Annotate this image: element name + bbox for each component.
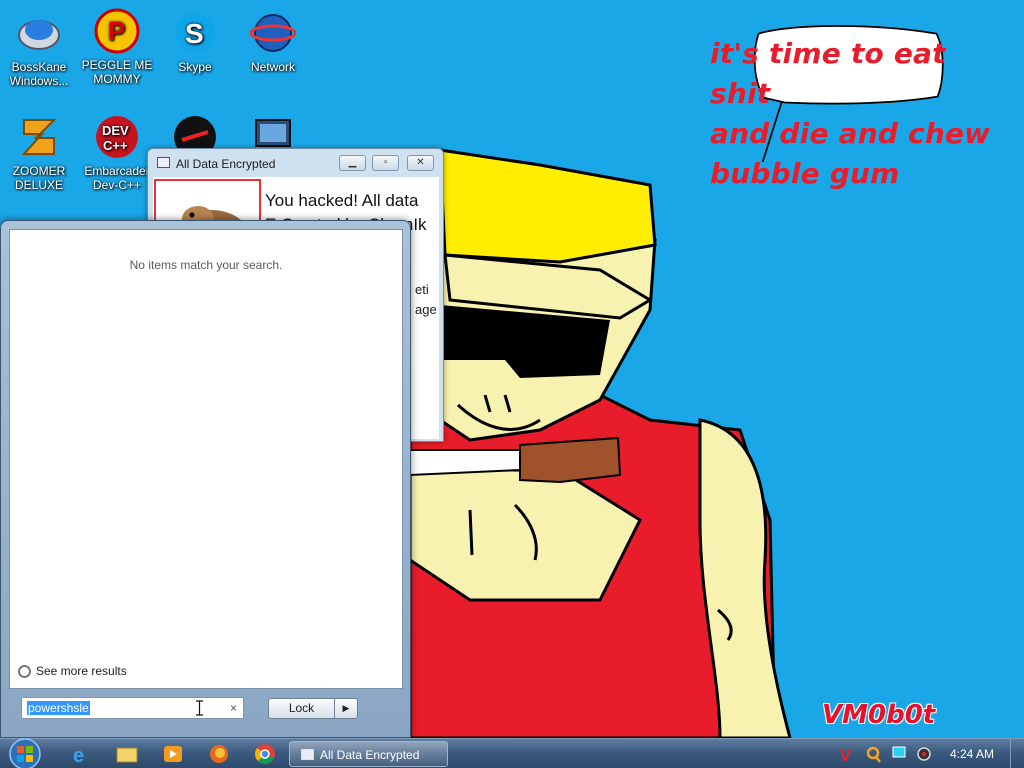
clear-search-button[interactable]: × [230,701,237,715]
system-tray[interactable]: V [830,742,940,766]
taskbar-item-label: All Data Encrypted [320,748,420,762]
speech-line-3: bubble gum [710,157,900,190]
svg-text:S: S [185,18,204,49]
skype-icon: S [175,13,215,53]
see-more-label: See more results [36,664,127,678]
ransom-line-1: You hacked! All data [265,191,419,210]
desktop-icon-zoomer[interactable]: ZOOMER DELUXE [0,114,78,192]
desktop-icon-network[interactable]: Network [234,10,312,74]
desktop-icon-label: Skype [178,60,212,74]
desktop-icon-bosskane[interactable]: BossKane Windows... [0,10,78,88]
no-results-message: No items match your search. [129,258,283,272]
folder-icon[interactable] [114,742,140,766]
window-title: All Data Encrypted [176,157,276,171]
close-button[interactable]: ✕ [407,155,434,171]
desktop-icon-skype[interactable]: S Skype [156,10,234,74]
peggle-icon: P [94,8,140,54]
window-titlebar[interactable]: All Data Encrypted ▁ ▫ ✕ [148,149,443,177]
chrome-icon[interactable] [252,742,278,766]
show-desktop-button[interactable] [1010,739,1024,768]
speech-line-1: it's time to eat shit [710,37,946,110]
svg-text:DEV: DEV [102,123,129,138]
text-cursor-icon [196,700,203,716]
lock-button[interactable]: Lock [268,698,335,719]
speech-line-2: and die and chew [710,117,991,150]
firefox-icon[interactable] [206,742,232,766]
desktop-icon-peggle[interactable]: P PEGGLE ME MOMMY [78,8,156,86]
devcpp-icon: DEV C++ [96,116,138,158]
desktop-icon-label: Network [250,60,295,74]
taskbar-clock[interactable]: 4:24 AM [950,747,994,761]
start-button[interactable] [7,737,43,768]
power-options-arrow-button[interactable]: ▶ [334,698,358,719]
bosskane-icon [18,20,60,50]
search-results-pane: No items match your search. See more res… [9,229,403,689]
desktop-icon-label: Embarcader Dev-C++ [84,164,150,192]
minimize-button[interactable]: ▁ [339,155,366,171]
search-selected-text: powershsle [27,701,90,715]
antivirus-icon: V [840,748,851,765]
speech-bubble-text: it's time to eat shit and die and chew b… [710,34,1000,194]
zoomer-icon [21,119,57,155]
desktop-icon-devcpp[interactable]: DEV C++ Embarcader Dev-C++ [78,114,156,192]
desktop-icon-label: ZOOMER DELUXE [12,164,66,192]
svg-text:P: P [108,16,125,46]
window-app-icon [301,749,314,760]
desktop-icon-label: PEGGLE ME MOMMY [81,58,153,86]
svg-text:e: e [73,745,84,766]
desktop-icon-label: BossKane Windows... [9,60,69,88]
maximize-button[interactable]: ▫ [372,155,399,171]
search-icon [18,665,31,678]
close-icon: ✕ [416,157,425,168]
minimize-icon: ▁ [348,157,357,168]
chevron-right-icon: ▶ [342,703,350,713]
maximize-icon: ▫ [383,157,388,168]
start-menu[interactable]: No items match your search. See more res… [0,220,411,738]
network-globe-icon [250,14,296,52]
svg-text:C++: C++ [103,138,128,153]
media-player-icon[interactable] [160,742,186,766]
taskbar-item-all-data-encrypted[interactable]: All Data Encrypted [289,741,448,767]
start-search-box[interactable]: powershsle × [21,697,244,719]
ransom-fragment: age [415,302,437,317]
ransom-fragment: eti [415,282,429,297]
see-more-results-link[interactable]: See more results [18,664,127,678]
vmobot-watermark: VM0b0t [822,700,936,730]
window-app-icon [157,157,170,168]
taskbar: e All Data Encrypted V 4:24 AM [0,738,1024,768]
internet-explorer-icon[interactable]: e [68,742,94,766]
